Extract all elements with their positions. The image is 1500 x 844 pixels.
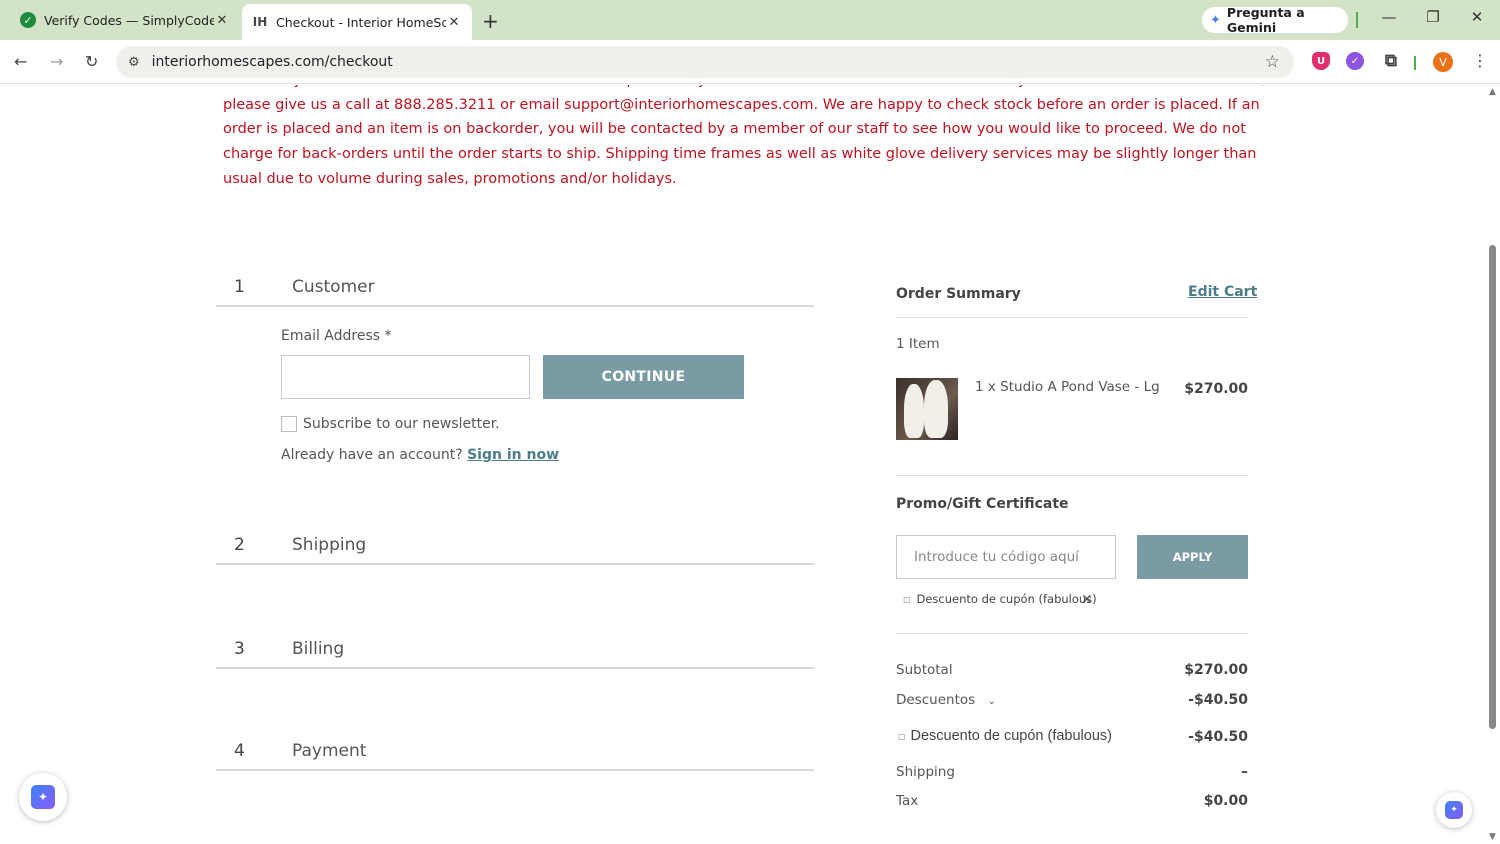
assistant-widget-button-right[interactable]: ✦	[1436, 792, 1472, 828]
gemini-label: Pregunta a Gemini	[1226, 5, 1305, 35]
step-number: 3	[234, 639, 245, 659]
step-number: 2	[234, 535, 245, 555]
step-title: Billing	[292, 639, 345, 659]
step-customer[interactable]: 1 Customer	[216, 277, 814, 307]
checkout-page: Availability of an item is not confirmed…	[0, 85, 1486, 844]
coupon-line-label: Descuento de cupón (fabulous)	[910, 728, 1112, 744]
more-menu-icon[interactable]: ⋮	[1472, 51, 1488, 70]
continue-button[interactable]: CONTINUE	[543, 355, 744, 399]
new-tab-icon[interactable]: +	[482, 9, 499, 33]
tab-title: Verify Codes — SimplyCodes	[44, 12, 214, 28]
discounts-label: Descuentos	[896, 692, 976, 708]
discounts-toggle[interactable]: Descuentos ⌄	[896, 692, 996, 708]
email-label: Email Address *	[281, 328, 392, 344]
sign-in-prompt: Already have an account? Sign in now	[281, 447, 559, 463]
tax-value: $0.00	[1203, 793, 1248, 809]
step-title: Customer	[292, 277, 375, 297]
simplycodes-icon: ✓	[20, 12, 36, 28]
subtotal-value: $270.00	[1184, 662, 1248, 678]
divider	[896, 633, 1248, 634]
coupon-line-value: -$40.50	[1188, 729, 1248, 745]
bookmark-star-icon[interactable]: ☆	[1265, 52, 1280, 72]
step-payment[interactable]: 4 Payment	[216, 741, 814, 771]
site-favicon: IH	[252, 15, 268, 29]
discounts-value: -$40.50	[1188, 692, 1248, 708]
window-close-icon[interactable]: ✕	[1462, 8, 1492, 26]
newsletter-checkbox[interactable]	[281, 416, 297, 432]
coupon-extension-icon[interactable]: ✓	[1346, 52, 1364, 70]
sign-in-link[interactable]: Sign in now	[467, 447, 559, 463]
divider	[896, 317, 1248, 318]
email-field[interactable]	[281, 355, 530, 399]
page-scrollbar[interactable]: ▲ ▼	[1486, 85, 1500, 844]
divider	[896, 475, 1248, 476]
tab-checkout[interactable]: IH Checkout - Interior HomeScapes ✕	[242, 4, 472, 40]
scrollbar-thumb[interactable]	[1489, 245, 1496, 729]
close-icon[interactable]: ✕	[446, 15, 462, 30]
shipping-value: –	[1241, 764, 1248, 780]
reload-icon[interactable]: ↻	[85, 52, 98, 71]
separator	[1414, 56, 1416, 70]
minimize-icon[interactable]: —	[1374, 8, 1404, 26]
step-number: 4	[234, 741, 245, 761]
product-thumbnail	[896, 378, 958, 440]
tag-icon: ◇	[894, 729, 909, 744]
tag-icon: ◇	[898, 591, 914, 607]
scroll-up-icon[interactable]: ▲	[1489, 87, 1496, 97]
tab-title: Checkout - Interior HomeScapes	[276, 14, 446, 30]
step-number: 1	[234, 277, 245, 297]
applied-coupon-label: Descuento de cupón (fabulous)	[916, 592, 1097, 606]
newsletter-label: Subscribe to our newsletter.	[303, 416, 500, 432]
account-prompt: Already have an account?	[281, 447, 463, 463]
item-price: $270.00	[1184, 381, 1248, 397]
browser-tab-bar: ✓ Verify Codes — SimplyCodes ✕ IH Checko…	[0, 0, 1500, 40]
extensions-puzzle-icon[interactable]: ⧉	[1382, 51, 1400, 71]
url-text[interactable]: interiorhomescapes.com/checkout	[152, 54, 393, 70]
address-toolbar: ← → ↻ ⚙ interiorhomescapes.com/checkout …	[0, 40, 1500, 84]
promo-title: Promo/Gift Certificate	[896, 496, 1069, 512]
remove-coupon-icon[interactable]: ✕	[1081, 592, 1093, 608]
assistant-widget-button[interactable]: ✦	[19, 773, 67, 821]
edit-cart-link[interactable]: Edit Cart	[1188, 284, 1257, 300]
assistant-icon: ✦	[1445, 801, 1463, 819]
tab-simplycodes[interactable]: ✓ Verify Codes — SimplyCodes ✕	[10, 6, 240, 34]
stock-notice: Availability of an item is not confirmed…	[223, 85, 1265, 187]
chevron-down-icon: ⌄	[987, 696, 996, 707]
subtotal-label: Subtotal	[896, 662, 953, 678]
step-billing[interactable]: 3 Billing	[216, 639, 814, 669]
ublock-extension-icon[interactable]: U	[1312, 52, 1330, 70]
shipping-label: Shipping	[896, 764, 955, 780]
promo-code-input[interactable]: Introduce tu código aquí	[896, 535, 1116, 579]
profile-avatar[interactable]: V	[1433, 52, 1453, 72]
assistant-icon: ✦	[31, 785, 55, 809]
gemini-button[interactable]: ✦ Pregunta a Gemini	[1202, 5, 1348, 35]
forward-icon[interactable]: →	[50, 52, 63, 71]
applied-coupon-chip: ◇ Descuento de cupón (fabulous)	[898, 591, 1097, 607]
order-summary-title: Order Summary	[896, 286, 1021, 302]
separator	[1356, 12, 1358, 28]
item-count: 1 Item	[896, 336, 940, 352]
step-title: Shipping	[292, 535, 367, 555]
site-info-icon[interactable]: ⚙	[128, 55, 140, 70]
item-name: 1 x Studio A Pond Vase - Lg	[975, 379, 1160, 395]
tax-label: Tax	[896, 793, 919, 809]
back-icon[interactable]: ←	[14, 52, 27, 71]
gemini-icon: ✦	[1210, 12, 1221, 28]
coupon-line: ◇ Descuento de cupón (fabulous)	[894, 728, 1112, 744]
step-shipping[interactable]: 2 Shipping	[216, 535, 814, 565]
close-icon[interactable]: ✕	[214, 13, 230, 28]
scroll-down-icon[interactable]: ▼	[1489, 832, 1496, 842]
step-title: Payment	[292, 741, 367, 761]
omnibox[interactable]: ⚙ interiorhomescapes.com/checkout ☆	[116, 46, 1294, 78]
restore-icon[interactable]: ❐	[1418, 8, 1448, 26]
apply-button[interactable]: APPLY	[1137, 535, 1248, 579]
